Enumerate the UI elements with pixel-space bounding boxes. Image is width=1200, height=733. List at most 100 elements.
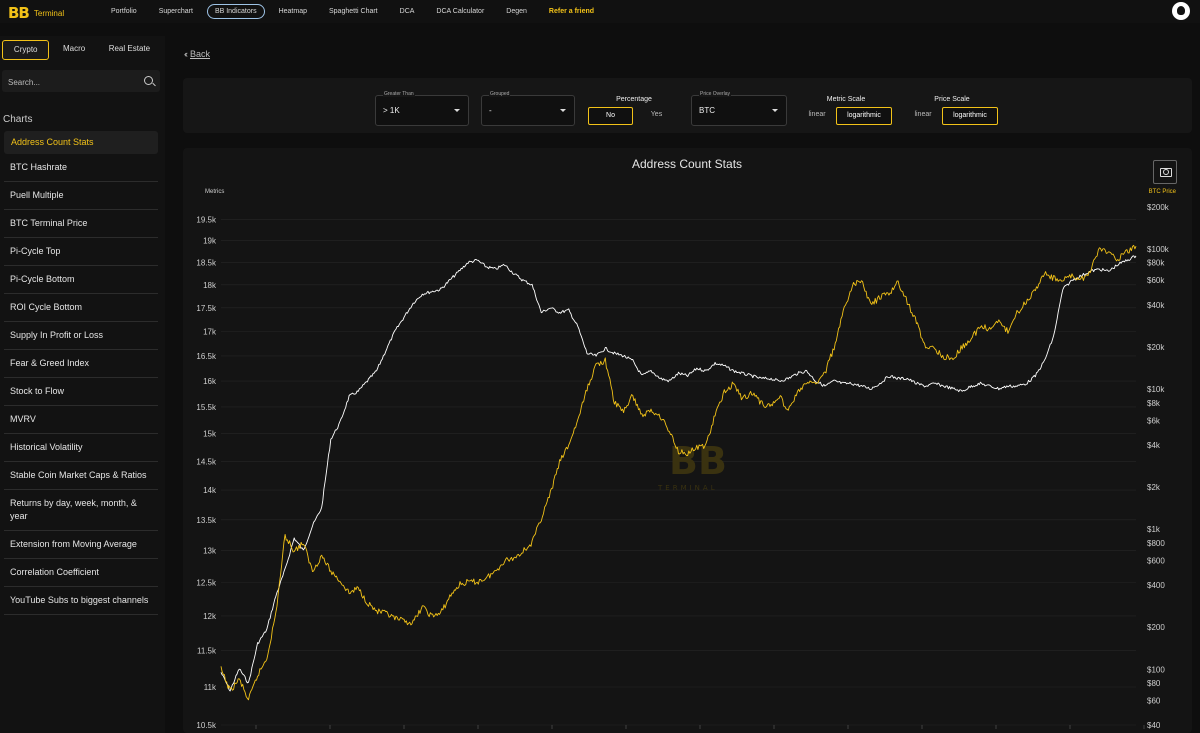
y-right-tick-label: $40k (1147, 301, 1165, 310)
nav-item-bb-indicators[interactable]: BB Indicators (206, 4, 265, 19)
nav-item-heatmap[interactable]: Heatmap (279, 8, 307, 15)
y-left-tick-label: 19.5k (196, 215, 217, 224)
price-scale-linear-toggle[interactable]: linear (906, 107, 940, 123)
sidebar-item-stable-coin-market-caps-ratios[interactable]: Stable Coin Market Caps & Ratios (4, 462, 158, 490)
top-bar: BB Terminal Portfolio Superchart BB Indica… (0, 0, 1200, 23)
y-right-tick-label: $10k (1147, 385, 1165, 394)
grouped-label: Grouped (489, 91, 511, 97)
nav-item-spaghetti-chart[interactable]: Spaghetti Chart (329, 8, 378, 15)
y-left-axis-label: Metrics (205, 189, 224, 195)
sidebar-item-btc-hashrate[interactable]: BTC Hashrate (4, 154, 158, 182)
y-right-tick-label: $40 (1147, 721, 1161, 730)
chart-title: Address Count Stats (632, 157, 742, 171)
tab-macro[interactable]: Macro (49, 40, 98, 58)
nav-item-refer-a-friend[interactable]: Refer a friend (549, 8, 594, 15)
percentage-no-toggle[interactable]: No (588, 107, 633, 125)
y-right-tick-label: $2k (1147, 483, 1161, 492)
y-right-tick-label: $200k (1147, 203, 1170, 212)
search-icon[interactable] (144, 76, 153, 85)
back-label: Back (190, 49, 211, 59)
y-right-tick-label: $100 (1147, 665, 1165, 674)
logo[interactable]: BB Terminal (8, 4, 64, 22)
percentage-title: Percentage (616, 96, 652, 103)
metric-scale-linear-toggle[interactable]: linear (800, 107, 834, 123)
watermark-subtitle: TERMINAL (657, 484, 718, 492)
sidebar-item-pi-cycle-top[interactable]: Pi-Cycle Top (4, 238, 158, 266)
y-right-tick-label: $400 (1147, 581, 1165, 590)
y-right-tick-label: $80k (1147, 259, 1165, 268)
y-left-tick-label: 19k (203, 237, 217, 246)
sidebar-item-historical-volatility[interactable]: Historical Volatility (4, 434, 158, 462)
y-left-tick-label: 17k (203, 328, 217, 337)
y-right-tick-label: $100k (1147, 245, 1170, 254)
y-left-tick-label: 12.5k (196, 579, 217, 588)
sidebar-item-correlation-coefficient[interactable]: Correlation Coefficient (4, 559, 158, 587)
y-left-tick-label: 15.5k (196, 403, 217, 412)
price-overlay-value: BTC (699, 106, 715, 115)
caret-down-icon (560, 109, 566, 112)
sidebar-item-youtube-subs-to-biggest-channels[interactable]: YouTube Subs to biggest channels (4, 587, 158, 615)
metric-scale-log-toggle[interactable]: logarithmic (836, 107, 892, 125)
y-left-tick-label: 16k (203, 377, 217, 386)
y-left-tick-label: 10.5k (196, 721, 217, 730)
nav-item-superchart[interactable]: Superchart (159, 8, 193, 15)
nav-item-portfolio[interactable]: Portfolio (111, 8, 137, 15)
y-right-tick-label: $80 (1147, 679, 1161, 688)
y-left-tick-label: 13.5k (196, 516, 217, 525)
category-tabs: Crypto Macro Real Estate (2, 40, 160, 60)
y-left-tick-label: 13k (203, 547, 217, 556)
address-count-chart: Address Count Stats Metrics BTC Price 10.5k… (196, 157, 1177, 730)
search-box (2, 70, 160, 92)
filter-bar: Greater Than > 1K Grouped - Percentage N… (183, 78, 1192, 133)
grouped-select[interactable]: Grouped - (481, 91, 575, 126)
nav-item-degen[interactable]: Degen (506, 8, 527, 15)
greater-than-value: > 1K (383, 106, 400, 115)
y-right-tick-label: $1k (1147, 525, 1161, 534)
sidebar-item-address-count-stats[interactable]: Address Count Stats (4, 131, 158, 154)
logo-mark: BB (8, 4, 30, 22)
sidebar-item-btc-terminal-price[interactable]: BTC Terminal Price (4, 210, 158, 238)
sidebar-item-fear-greed-index[interactable]: Fear & Greed Index (4, 350, 158, 378)
nav-item-dca-calculator[interactable]: DCA Calculator (436, 8, 484, 15)
sidebar-item-extension-from-moving-average[interactable]: Extension from Moving Average (4, 531, 158, 559)
y-left-tick-label: 14.5k (196, 457, 217, 466)
price-scale-log-toggle[interactable]: logarithmic (942, 107, 998, 125)
nav-item-dca[interactable]: DCA (400, 8, 415, 15)
charts-heading: Charts (3, 114, 33, 125)
chart-list: Address Count Stats BTC Hashrate Puell Mul… (4, 131, 158, 615)
sidebar-item-mvrv[interactable]: MVRV (4, 406, 158, 434)
greater-than-select[interactable]: Greater Than > 1K (375, 91, 469, 126)
y-left-tick-label: 18k (203, 281, 217, 290)
tab-crypto[interactable]: Crypto (2, 40, 50, 60)
y-right-axis-label: BTC Price (1149, 189, 1177, 195)
y-right-tick-label: $600 (1147, 556, 1165, 565)
caret-down-icon (454, 109, 460, 112)
price-overlay-select[interactable]: Price Overlay BTC (691, 91, 787, 126)
sidebar-item-puell-multiple[interactable]: Puell Multiple (4, 182, 158, 210)
caret-down-icon (772, 109, 778, 112)
price-scale-title: Price Scale (934, 96, 970, 103)
tab-real-estate[interactable]: Real Estate (99, 40, 160, 58)
sidebar-item-returns-by-day-week-month-year[interactable]: Returns by day, week, month, & year (4, 490, 158, 531)
main-nav: Portfolio Superchart BB Indicators Heatmap S… (111, 0, 616, 23)
sidebar-item-roi-cycle-bottom[interactable]: ROI Cycle Bottom (4, 294, 158, 322)
percentage-yes-toggle[interactable]: Yes (635, 107, 678, 123)
sidebar-item-supply-in-profit-or-loss[interactable]: Supply In Profit or Loss (4, 322, 158, 350)
sidebar: CryptoMacroReal Estate Charts Address Co… (0, 36, 165, 733)
sidebar-item-pi-cycle-bottom[interactable]: Pi-Cycle Bottom (4, 266, 158, 294)
search-input[interactable] (6, 73, 140, 91)
metric-scale-title: Metric Scale (826, 96, 866, 103)
y-left-tick-label: 17.5k (196, 304, 217, 313)
avatar[interactable] (1172, 2, 1190, 20)
y-left-tick-label: 15k (203, 430, 217, 439)
y-right-tick-label: $60 (1147, 696, 1161, 705)
y-right-tick-label: $800 (1147, 539, 1165, 548)
greater-than-label: Greater Than (383, 91, 415, 97)
y-right-tick-label: $8k (1147, 399, 1161, 408)
y-right-tick-label: $60k (1147, 276, 1165, 285)
y-left-tick-label: 18.5k (196, 258, 217, 267)
logo-subtitle: Terminal (33, 8, 65, 18)
double-chevron-left-icon: ‹‹ (184, 49, 188, 59)
back-link[interactable]: ‹‹ Back (184, 49, 210, 59)
sidebar-item-stock-to-flow[interactable]: Stock to Flow (4, 378, 158, 406)
